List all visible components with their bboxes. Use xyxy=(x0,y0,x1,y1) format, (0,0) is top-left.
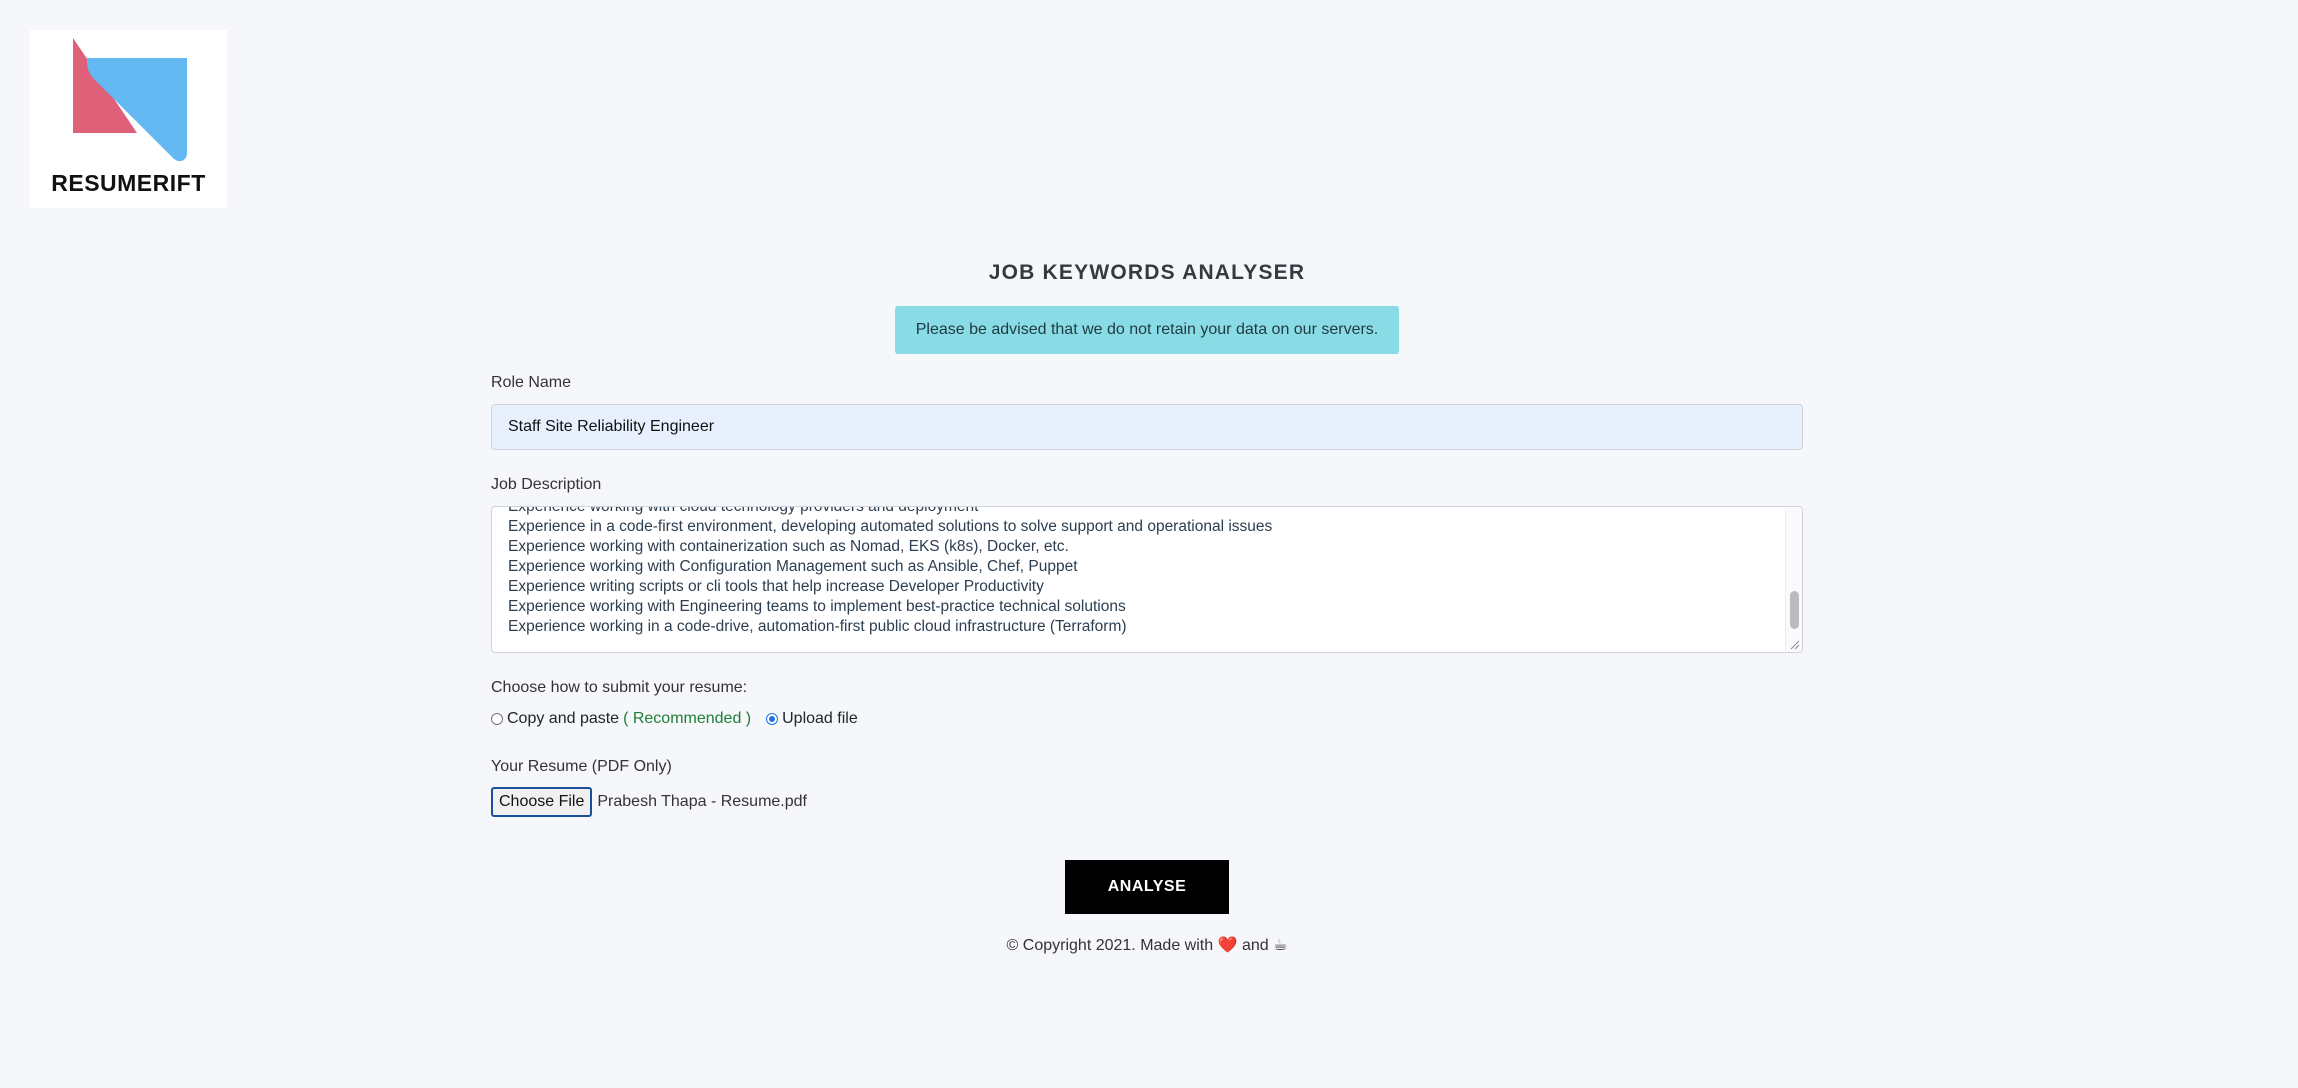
heart-icon: ❤️ xyxy=(1217,937,1238,954)
job-description-label: Job Description xyxy=(491,476,602,493)
role-name-label: Role Name xyxy=(491,374,572,391)
file-input: Choose File Prabesh Thapa - Resume.pdf xyxy=(491,787,1803,817)
copyright-text: © Copyright 2021. Made with xyxy=(1006,937,1214,954)
resume-label: Your Resume (PDF Only) xyxy=(491,758,672,775)
coffee-icon: ☕ xyxy=(1273,937,1288,954)
description-line: Experience working with containerization… xyxy=(508,538,1069,555)
role-name-input[interactable]: Staff Site Reliability Engineer xyxy=(491,404,1803,450)
footer: © Copyright 2021. Made with ❤️ and ☕ xyxy=(491,936,1803,956)
submit-method-options: Copy and paste ( Recommended ) Upload fi… xyxy=(491,709,1803,729)
submit-method-label: Choose how to submit your resume: xyxy=(491,679,748,696)
description-line: Experience writing scripts or cli tools … xyxy=(508,578,1044,595)
resumerift-logo-mark xyxy=(73,38,187,162)
description-line: Experience in a code-first environment, … xyxy=(508,518,1273,535)
footer-and: and xyxy=(1241,937,1269,954)
radio-copy-paste[interactable] xyxy=(491,713,503,725)
description-line: Experience working in a code-drive, auto… xyxy=(508,618,1127,635)
logo[interactable]: RESUMERIFT xyxy=(30,30,227,208)
description-line: Experience working with cloud technology… xyxy=(508,506,979,515)
scrollbar-thumb[interactable] xyxy=(1790,591,1799,629)
textarea-scrollbar[interactable] xyxy=(1785,507,1802,652)
resize-handle-icon[interactable] xyxy=(1790,640,1800,650)
recommended-hint: ( Recommended ) xyxy=(623,710,752,727)
role-name-value: Staff Site Reliability Engineer xyxy=(508,418,715,435)
radio-upload-file[interactable] xyxy=(766,713,779,725)
job-description-textarea[interactable]: Experience working with cloud technology… xyxy=(491,506,1803,653)
job-description-text: Experience working with cloud technology… xyxy=(508,506,1782,637)
radio-upload-file-label[interactable]: Upload file xyxy=(782,710,858,728)
logo-text: RESUMERIFT xyxy=(51,170,206,196)
analyse-button[interactable]: ANALYSE xyxy=(1065,860,1229,914)
selected-file-name: Prabesh Thapa - Resume.pdf xyxy=(597,793,807,810)
page-title: JOB KEYWORDS ANALYSER xyxy=(988,261,1306,284)
description-line: Experience working with Configuration Ma… xyxy=(508,558,1078,575)
main-form: JOB KEYWORDS ANALYSER Please be advised … xyxy=(491,248,1803,956)
description-line: Experience working with Engineering team… xyxy=(508,598,1126,615)
choose-file-button[interactable]: Choose File xyxy=(491,787,593,817)
privacy-notice: Please be advised that we do not retain … xyxy=(894,306,1400,354)
radio-copy-paste-label[interactable]: Copy and paste xyxy=(507,710,619,728)
